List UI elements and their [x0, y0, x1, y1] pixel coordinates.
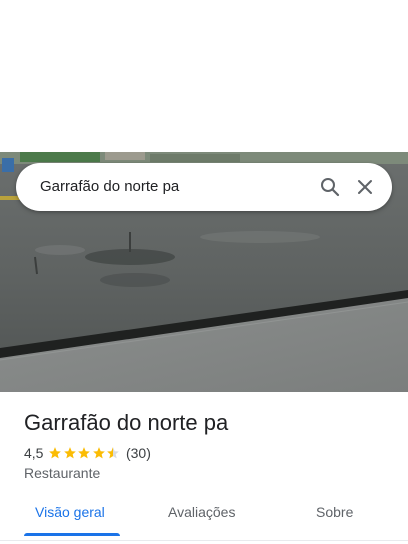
- half-star-icon: [107, 447, 120, 459]
- rating-value: 4,5: [24, 445, 44, 461]
- star-icon: [49, 447, 62, 459]
- star-icon: [78, 447, 91, 459]
- close-icon[interactable]: [353, 175, 377, 199]
- place-tabs: Visão geral Avaliações Sobre: [0, 496, 408, 536]
- tab-about[interactable]: Sobre: [316, 504, 353, 520]
- place-category[interactable]: Restaurante: [24, 465, 100, 481]
- search-icon[interactable]: [318, 175, 342, 199]
- top-blank-area: [0, 0, 408, 152]
- star-icon: [93, 447, 105, 459]
- rating-row[interactable]: 4,5 (30): [24, 444, 151, 462]
- tab-reviews[interactable]: Avaliações: [168, 504, 235, 520]
- tab-overview[interactable]: Visão geral: [35, 504, 105, 520]
- tabs-divider: [0, 540, 408, 541]
- place-title: Garrafão do norte pa: [24, 410, 229, 435]
- search-input[interactable]: Garrafão do norte pa: [40, 178, 179, 195]
- active-tab-indicator: [24, 533, 120, 536]
- review-count[interactable]: (30): [126, 445, 151, 461]
- star-icon: [64, 447, 76, 459]
- rating-stars: [48, 446, 121, 460]
- search-bar[interactable]: Garrafão do norte pa: [16, 163, 392, 211]
